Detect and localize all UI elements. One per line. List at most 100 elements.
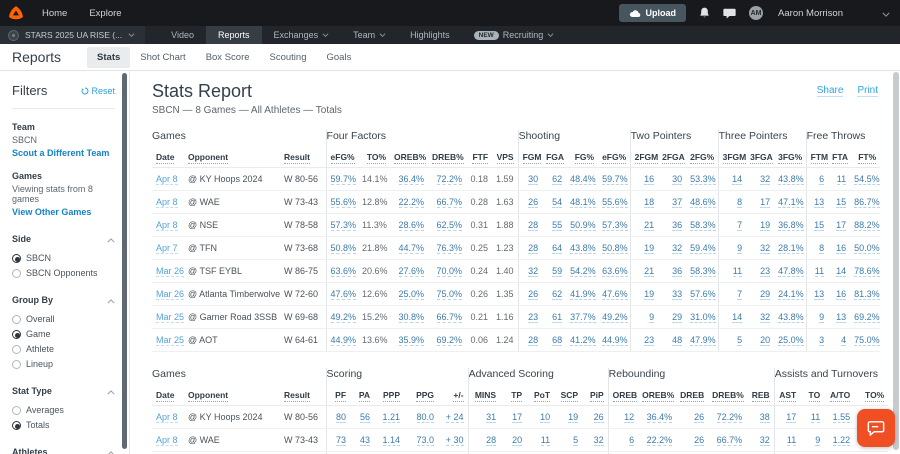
stat-link[interactable]: 28.1% [778,243,804,254]
game-date-link[interactable]: Apr 8 [156,435,178,446]
stat-link[interactable]: 48 [672,335,683,346]
upload-button[interactable]: Upload [618,4,687,22]
stat-link[interactable]: 41.9% [570,289,596,300]
stat-link[interactable]: 44.7% [398,243,425,254]
radio-side-sbcn[interactable]: SBCN [12,253,115,263]
stat-link[interactable]: 24.1% [778,289,804,300]
stat-link[interactable]: 59.7% [602,174,628,185]
column-header-vps-8[interactable]: VPS [492,149,519,168]
stat-link[interactable]: 32 [760,312,771,323]
stat-link[interactable]: 6 [819,174,825,185]
column-header-opponent-1[interactable]: Opponent [184,387,280,406]
stat-link[interactable]: 5 [737,335,743,346]
stat-link[interactable]: 1.55 [832,412,851,423]
stat-link[interactable]: 8 [819,243,825,254]
stat-link[interactable]: 50.8% [330,243,357,254]
tab-stats[interactable]: Stats [87,46,131,68]
stat-link[interactable]: 66.7% [436,312,463,323]
stat-link[interactable]: 26 [593,412,604,423]
teamnav-recruiting[interactable]: NEW Recruiting [462,26,567,44]
stat-link[interactable]: 31.0% [690,312,716,323]
stat-link[interactable]: 22.2% [398,197,425,208]
stat-link[interactable]: 43 [360,435,371,446]
stat-link[interactable]: 11 [814,266,825,277]
stat-link[interactable]: 44.9% [602,335,628,346]
nav-home[interactable]: Home [42,8,67,19]
collapse-chevron-icon[interactable] [107,230,115,248]
messages-icon[interactable] [723,8,736,19]
stat-link[interactable]: 11 [836,174,847,185]
feedback-button[interactable] [857,409,895,447]
column-header-oreb-13[interactable]: OREB [607,387,639,406]
stat-link[interactable]: 19 [644,289,655,300]
stat-link[interactable]: 21 [644,220,655,231]
stat-link[interactable]: 15 [836,197,847,208]
stat-link[interactable]: 14 [732,312,743,323]
tab-shot-chart[interactable]: Shot Chart [130,47,195,68]
stat-link[interactable]: 75.0% [436,289,463,300]
stat-link[interactable]: 29 [760,289,771,300]
tab-scouting[interactable]: Scouting [260,47,317,68]
stat-link[interactable]: 48.4% [570,174,596,185]
stat-link[interactable]: 14 [836,266,847,277]
column-header-ppp-5[interactable]: PPP [374,387,405,406]
stat-link[interactable]: 28 [528,243,539,254]
user-menu-chevron-icon[interactable] [882,4,890,22]
stat-link[interactable]: 76.3% [436,243,463,254]
stat-link[interactable]: 9 [815,435,821,446]
stat-link[interactable]: 62 [552,289,563,300]
stat-link[interactable]: 1.14 [382,435,401,446]
stat-link[interactable]: 11 [786,435,797,446]
stat-link[interactable]: 48.1% [570,197,596,208]
stat-link[interactable]: 3 [819,335,825,346]
game-date-link[interactable]: Mar 26 [156,289,184,300]
column-header-3fga-17[interactable]: 3FGA [746,149,775,168]
column-header-pa-4[interactable]: PA [350,387,375,406]
stat-link[interactable]: 30.8% [398,312,425,323]
stat-link[interactable]: 17 [836,220,847,231]
team-selector[interactable]: STARS 2025 UA RISE (... [0,26,146,44]
stat-link[interactable]: 7 [737,220,743,231]
radio-side-sbcn-opponents[interactable]: SBCN Opponents [12,268,115,278]
nav-explore[interactable]: Explore [89,8,121,19]
column-header-ppg-6[interactable]: PPG [404,387,439,406]
column-header-fgm-9[interactable]: FGM [517,149,543,168]
stat-link[interactable]: 13 [814,289,825,300]
column-header-ftm-19[interactable]: FTM [805,149,829,168]
column-header-to-21[interactable]: TO% [854,387,889,406]
stat-link[interactable]: 57.3% [330,220,357,231]
stat-link[interactable]: 38 [759,412,770,423]
stat-link[interactable]: 29 [672,312,683,323]
column-header-2fgm-13[interactable]: 2FGM [629,149,659,168]
stat-link[interactable]: 62.5% [436,220,463,231]
stat-link[interactable]: 17 [512,412,523,423]
stat-link[interactable]: 26 [694,412,705,423]
stat-link[interactable]: 49.2% [602,312,628,323]
column-header-3fg-18[interactable]: 3FG% [774,149,807,168]
stat-link[interactable]: 59 [552,266,563,277]
column-header-result-2[interactable]: Result [280,149,327,168]
stat-link[interactable]: 7 [737,289,743,300]
stat-link[interactable]: 69.2% [854,312,880,323]
stat-link[interactable]: 54 [552,197,563,208]
stat-link[interactable]: 32 [760,174,771,185]
print-link[interactable]: Print [857,85,878,97]
game-date-link[interactable]: Apr 8 [156,197,178,208]
stat-link[interactable]: 66.7% [436,197,463,208]
stat-link[interactable]: 9 [649,312,655,323]
stat-link[interactable]: 28 [528,335,539,346]
stat-link[interactable]: 21 [644,266,655,277]
stat-link[interactable]: 32 [759,435,770,446]
stat-link[interactable]: 53.3% [690,174,716,185]
stat-link[interactable]: 54.5% [854,174,880,185]
game-date-link[interactable]: Apr 8 [156,412,178,423]
stat-link[interactable]: 47.1% [778,197,804,208]
stat-link[interactable]: 43.8% [570,243,596,254]
scout-different-team-link[interactable]: Scout a Different Team [12,148,115,158]
stat-link[interactable]: 13 [836,312,847,323]
tab-box-score[interactable]: Box Score [196,47,260,68]
column-header-dreb-15[interactable]: DREB [676,387,709,406]
game-date-link[interactable]: Mar 26 [156,266,184,277]
stat-link[interactable]: 12 [624,412,635,423]
column-header-pip-12[interactable]: PiP [582,387,609,406]
